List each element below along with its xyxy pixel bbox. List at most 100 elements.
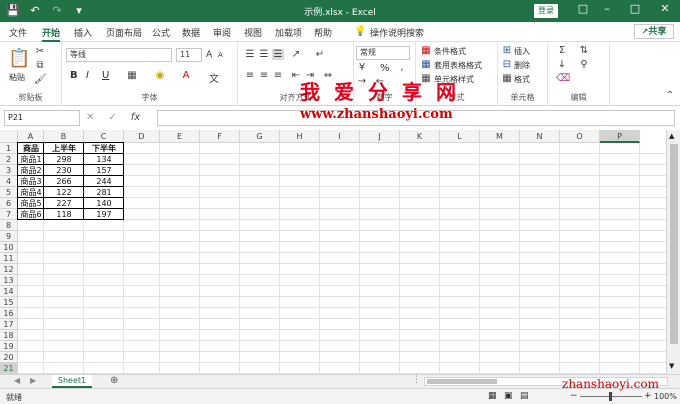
row-header-19[interactable]: 19: [0, 341, 18, 352]
format-cells-button[interactable]: 格式: [514, 74, 530, 85]
align-bottom-icon[interactable]: ☰: [272, 49, 284, 60]
column-header-f[interactable]: F: [200, 130, 240, 143]
row-header-14[interactable]: 14: [0, 286, 18, 297]
tab-file[interactable]: 文件: [9, 26, 27, 39]
clear-icon[interactable]: ⌫: [556, 73, 570, 84]
conditional-format-button[interactable]: 条件格式: [434, 46, 466, 57]
insert-function-button[interactable]: fx: [131, 112, 140, 123]
zoom-in-button[interactable]: +: [644, 391, 652, 401]
enter-icon[interactable]: ✓: [108, 112, 116, 123]
align-left-icon[interactable]: ≡: [244, 70, 256, 81]
row-header-21[interactable]: 21: [0, 363, 18, 374]
align-top-icon[interactable]: ☰: [244, 49, 256, 60]
delete-cells-button[interactable]: 删除: [514, 60, 530, 71]
next-sheet-icon[interactable]: ▶: [30, 376, 36, 385]
paste-icon[interactable]: 📋: [8, 48, 30, 69]
zoom-slider-thumb[interactable]: [609, 392, 612, 401]
select-all-corner[interactable]: [0, 130, 18, 143]
bold-button[interactable]: B: [70, 70, 78, 81]
row-header-7[interactable]: 7: [0, 209, 18, 220]
find-select-icon[interactable]: ⚲: [578, 59, 590, 70]
row-header-4[interactable]: 4: [0, 176, 18, 187]
column-header-p[interactable]: P: [600, 130, 640, 143]
tab-insert[interactable]: 插入: [74, 26, 92, 39]
comma-style-icon[interactable]: ,: [396, 62, 408, 73]
maximize-button[interactable]: □: [624, 2, 646, 15]
normal-view-icon[interactable]: ▦: [488, 391, 497, 401]
login-button[interactable]: 登录: [534, 4, 558, 18]
row-header-10[interactable]: 10: [0, 242, 18, 253]
page-break-view-icon[interactable]: ▤: [520, 391, 529, 401]
sheet-tab-sheet1[interactable]: Sheet1: [52, 375, 92, 388]
shrink-font-button[interactable]: A: [218, 51, 223, 59]
row-header-12[interactable]: 12: [0, 264, 18, 275]
tab-formulas[interactable]: 公式: [152, 26, 170, 39]
collapse-ribbon-icon[interactable]: ⌃: [664, 90, 676, 101]
orientation-icon[interactable]: ↗: [290, 49, 302, 60]
cancel-icon[interactable]: ✕: [86, 112, 94, 123]
column-header-n[interactable]: N: [520, 130, 560, 143]
italic-button[interactable]: I: [86, 70, 89, 81]
scroll-up-icon[interactable]: ▲: [669, 132, 674, 140]
row-header-20[interactable]: 20: [0, 352, 18, 363]
column-header-g[interactable]: G: [240, 130, 280, 143]
column-header-d[interactable]: D: [124, 130, 160, 143]
tab-view[interactable]: 视图: [244, 26, 262, 39]
row-header-18[interactable]: 18: [0, 330, 18, 341]
share-button[interactable]: ↗共享: [634, 24, 674, 39]
tab-split-icon[interactable]: ⋮: [412, 375, 421, 385]
fill-icon[interactable]: ↓: [556, 59, 568, 70]
row-header-8[interactable]: 8: [0, 220, 18, 231]
row-header-2[interactable]: 2: [0, 154, 18, 165]
cut-icon[interactable]: ✂: [34, 46, 46, 57]
row-header-5[interactable]: 5: [0, 187, 18, 198]
column-header-e[interactable]: E: [160, 130, 200, 143]
tab-page-layout[interactable]: 页面布局: [106, 26, 142, 39]
align-right-icon[interactable]: ≡: [272, 70, 284, 81]
tell-me-search[interactable]: 操作说明搜索: [370, 26, 424, 39]
align-center-icon[interactable]: ≡: [258, 70, 270, 81]
underline-button[interactable]: U: [102, 70, 109, 81]
name-box[interactable]: P21: [4, 110, 80, 126]
scroll-thumb[interactable]: [670, 144, 678, 344]
fill-color-icon[interactable]: ◉: [154, 70, 166, 81]
number-format-select[interactable]: 常规: [356, 46, 410, 60]
tab-help[interactable]: 帮助: [314, 26, 332, 39]
grow-font-button[interactable]: A: [206, 50, 212, 60]
scroll-down-icon[interactable]: ▼: [669, 362, 674, 370]
row-header-3[interactable]: 3: [0, 165, 18, 176]
wrap-text-icon[interactable]: ↵: [314, 49, 326, 60]
format-table-button[interactable]: 套用表格格式: [434, 60, 482, 71]
minimize-button[interactable]: –: [596, 2, 618, 15]
tab-review[interactable]: 审阅: [213, 26, 231, 39]
row-header-17[interactable]: 17: [0, 319, 18, 330]
column-header-j[interactable]: J: [360, 130, 400, 143]
prev-sheet-icon[interactable]: ◀: [14, 376, 20, 385]
row-header-11[interactable]: 11: [0, 253, 18, 264]
column-header-k[interactable]: K: [400, 130, 440, 143]
tab-data[interactable]: 数据: [182, 26, 200, 39]
tab-addins[interactable]: 加载项: [275, 26, 302, 39]
add-sheet-icon[interactable]: ⊕: [110, 375, 118, 386]
accounting-icon[interactable]: ¥: [356, 62, 368, 73]
format-painter-icon[interactable]: 🖌: [34, 74, 47, 85]
autosum-icon[interactable]: Σ: [556, 45, 568, 56]
column-header-o[interactable]: O: [560, 130, 600, 143]
row-header-16[interactable]: 16: [0, 308, 18, 319]
copy-icon[interactable]: ⧉: [34, 60, 46, 71]
insert-cells-button[interactable]: 插入: [514, 46, 530, 57]
column-header-m[interactable]: M: [480, 130, 520, 143]
row-header-6[interactable]: 6: [0, 198, 18, 209]
percent-button[interactable]: %: [380, 63, 390, 74]
column-header-l[interactable]: L: [440, 130, 480, 143]
paste-button[interactable]: 粘贴: [9, 72, 25, 83]
sort-filter-icon[interactable]: ⇅: [578, 45, 590, 56]
borders-icon[interactable]: ▦: [126, 70, 138, 81]
row-header-13[interactable]: 13: [0, 275, 18, 286]
zoom-level[interactable]: 100%: [654, 392, 677, 401]
column-header-i[interactable]: I: [320, 130, 360, 143]
zoom-out-button[interactable]: −: [570, 391, 578, 401]
tab-home[interactable]: 开始: [42, 26, 61, 42]
row-header-9[interactable]: 9: [0, 231, 18, 242]
worksheet-grid[interactable]: ABCDEFGHIJKLMNOP 1 2 3 4 5 6 7 8 9 10 11 12 13 14 15 16…: [0, 130, 666, 374]
